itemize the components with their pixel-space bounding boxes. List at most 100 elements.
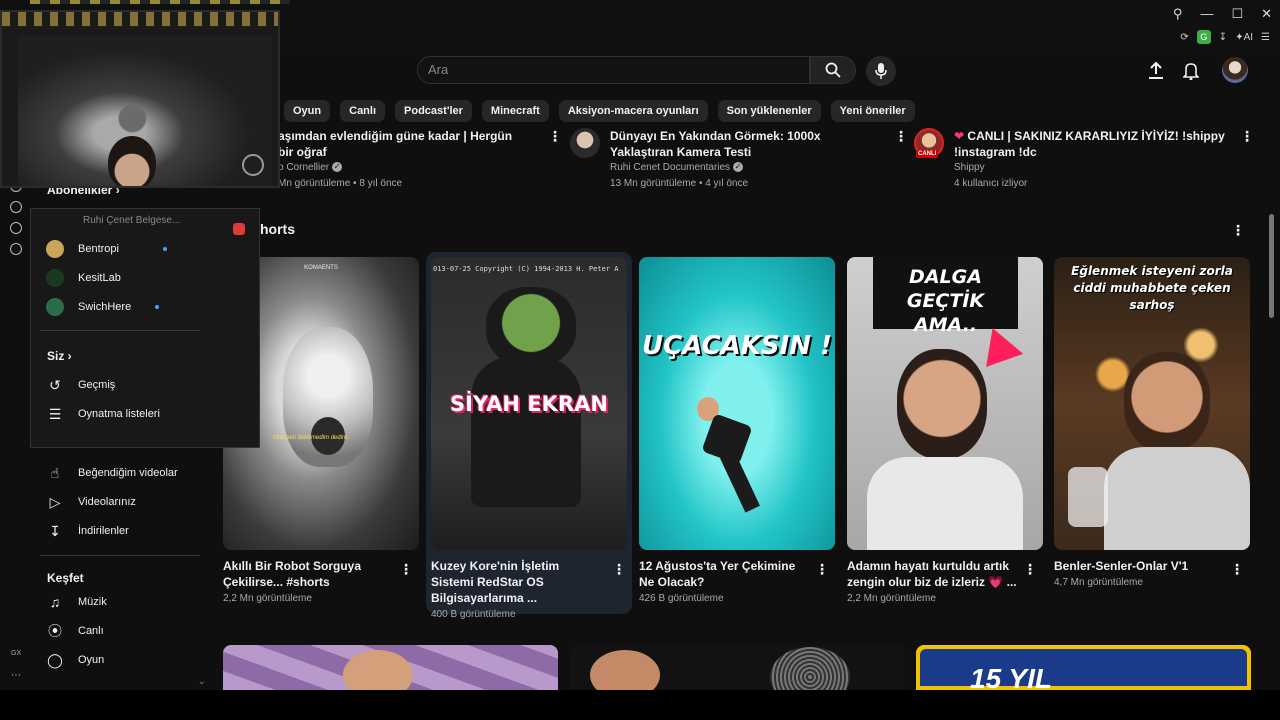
chip[interactable]: Podcast'ler [395,100,472,122]
sidebar-item-music[interactable]: ♫ Müzik [46,593,107,611]
chip[interactable]: Minecraft [481,100,549,122]
sidebar-item-label: Oynatma listeleri [78,408,160,420]
channel-avatar-live[interactable]: CANLI [914,128,944,158]
window-controls: ⚲ — ☐ ✕ [1173,6,1272,22]
more-options-icon[interactable]: ⋮ [1240,128,1254,145]
thumbs-up-icon: ☝ [50,464,60,481]
menu-icon[interactable]: ☰ [1261,32,1270,43]
rail-extension-icon[interactable] [10,222,22,234]
page-scrollbar[interactable] [1269,214,1274,318]
short-thumbnail[interactable]: DALGA GEÇTİK AMA.. [847,257,1043,550]
thumbnail-overlay-text: 15 YIL [970,663,1052,690]
sidebar-item-downloads[interactable]: ↧ İndirilenler [46,522,129,540]
more-options-icon[interactable]: ⋮ [548,128,562,145]
verified-icon: ✓ [733,162,744,173]
sidebar-item-liked-videos[interactable]: ☝ Beğendiğim videolar [46,464,178,482]
sidebar-item-label: Beğendiğim videolar [78,467,178,479]
sidebar-scroll-down-icon[interactable]: ⌄ [198,676,206,687]
sidebar-item-your-videos[interactable]: ▷ Videolarınız [46,493,136,511]
channel-avatar[interactable] [570,128,600,158]
voice-search-button[interactable] [866,56,896,86]
search-input[interactable]: Ara [417,56,810,84]
video-title[interactable]: Dünyayı En Yakından Görmek: 1000x Yaklaş… [610,128,880,160]
channel-item-bentropi[interactable]: Bentropi [46,240,167,258]
short-card[interactable]: DALGA GEÇTİK AMA.. Adamın hayatı kurtuld… [847,257,1043,604]
channel-name: Bentropi [78,243,119,255]
rail-history-icon[interactable] [10,201,22,213]
notifications-button[interactable] [1178,58,1204,84]
channel-item-partial[interactable]: Ruhi Çenet Belgese... [83,215,180,226]
search-icon[interactable]: ⚲ [1173,6,1183,22]
short-card[interactable]: Eğlenmek isteyeni zorla ciddi muhabbete … [1054,257,1250,588]
video-title[interactable]: aşımdan evlendiğim güne kadar | Hergün b… [278,128,528,160]
rail-settings-icon[interactable] [10,243,22,255]
upload-button[interactable] [1143,58,1169,84]
channel-avatar [46,240,64,258]
minimize-icon[interactable]: — [1200,6,1213,22]
video-channel[interactable]: o Cornellier ✓ [278,160,528,176]
sidebar-item-history[interactable]: ↺ Geçmiş [46,376,115,394]
short-title[interactable]: Kuzey Kore'nin İşletim Sistemi RedStar O… [431,558,601,606]
download-icon[interactable]: ↧ [1219,32,1227,43]
short-card[interactable]: UÇACAKSIN ! 12 Ağustos'ta Yer Çekimine N… [639,257,835,604]
close-icon[interactable]: ✕ [1261,6,1272,22]
shorts-more-options-icon[interactable]: ⋮ [1231,222,1245,239]
g-extension-button[interactable]: G [1196,30,1211,44]
search-button[interactable] [810,56,856,84]
sidebar-item-playlists[interactable]: ☰ Oynatma listeleri [46,405,160,423]
rail-more-icon[interactable]: ⋯ [11,670,21,681]
video-thumbnail[interactable] [570,645,905,690]
video-title[interactable]: ❤ CANLI | SAKINIZ KARARLIYIZ İYİYİZ! !sh… [954,128,1229,160]
more-options-icon[interactable]: ⋮ [1230,561,1244,578]
channel-avatar [46,298,64,316]
short-title[interactable]: Benler-Senler-Onlar V'1 [1054,558,1224,574]
account-avatar[interactable] [1222,57,1248,83]
video-card[interactable]: Dünyayı En Yakından Görmek: 1000x Yaklaş… [570,128,890,192]
more-options-icon[interactable]: ⋮ [612,561,626,578]
video-meta: 4 kullanıcı izliyor [954,178,1028,189]
video-channel[interactable]: Ruhi Cenet Documentaries ✓ [610,160,880,176]
more-options-icon[interactable]: ⋮ [399,561,413,578]
more-options-icon[interactable]: ⋮ [815,561,829,578]
live-badge: CANLI [916,150,939,158]
short-thumbnail[interactable]: 013-07-25 Copyright (C) 1994-2013 H. Pet… [431,257,627,550]
chip[interactable]: Yeni öneriler [830,100,915,122]
video-thumbnail[interactable]: 15 YIL [916,645,1251,690]
short-title[interactable]: Adamın hayatı kurtuldu artık zengin olur… [847,558,1017,590]
sidebar-item-live[interactable]: ⦿ Canlı [46,622,104,640]
thumbnail-caption: Onu ben öldürmedim dedim.. [273,435,351,441]
video-card[interactable]: CANLI ❤ CANLI | SAKINIZ KARARLIYIZ İYİYİ… [914,128,1234,192]
sidebar-item-gaming[interactable]: ◯ Oyun [46,651,104,669]
thumbnail-overlay-text: Eğlenmek isteyeni zorla ciddi muhabbete … [1071,264,1233,312]
explore-heading: Keşfet [47,571,84,585]
short-thumbnail[interactable]: UÇACAKSIN ! [639,257,835,550]
short-card-hovered[interactable]: 013-07-25 Copyright (C) 1994-2013 H. Pet… [426,252,632,620]
short-title[interactable]: 12 Ağustos'ta Yer Çekimine Ne Olacak? [639,558,809,590]
ai-button[interactable]: ✦AI [1235,32,1253,43]
sidebar-item-label: İndirilenler [78,525,129,537]
chip[interactable]: Son yüklenenler [717,100,821,122]
channel-item-swichhere[interactable]: SwichHere [46,298,160,316]
channel-item-kesitlab[interactable]: KesitLab [46,269,121,287]
more-options-icon[interactable]: ⋮ [1023,561,1037,578]
channel-name: KesitLab [78,272,121,284]
gaming-icon: ◯ [47,651,63,668]
rail-gx-label: GX [11,650,22,657]
channel-name[interactable]: Shippy [954,160,1229,176]
new-content-dot [162,247,167,251]
short-thumbnail[interactable]: Eğlenmek isteyeni zorla ciddi muhabbete … [1054,257,1250,550]
glass [1068,467,1108,527]
short-title[interactable]: Akıllı Bir Robot Sorguya Çekilirse... #s… [223,558,393,590]
chip[interactable]: Aksiyon-macera oyunları [558,100,708,122]
sync-icon[interactable]: ⟳ [1180,32,1188,43]
you-heading[interactable]: Siz › [47,349,72,363]
thumbnail-overlay-text: UÇACAKSIN ! [642,331,832,361]
chip[interactable]: Canlı [340,100,386,122]
thumbnail-face [343,650,413,690]
maximize-icon[interactable]: ☐ [1231,6,1243,22]
video-thumbnail[interactable] [223,645,558,690]
more-options-icon[interactable]: ⋮ [894,128,908,145]
chip[interactable]: Oyun [284,100,331,122]
video-card[interactable]: aşımdan evlendiğim güne kadar | Hergün b… [278,128,538,192]
video-meta: 13 Mn görüntüleme • 4 yıl önce [610,178,749,189]
